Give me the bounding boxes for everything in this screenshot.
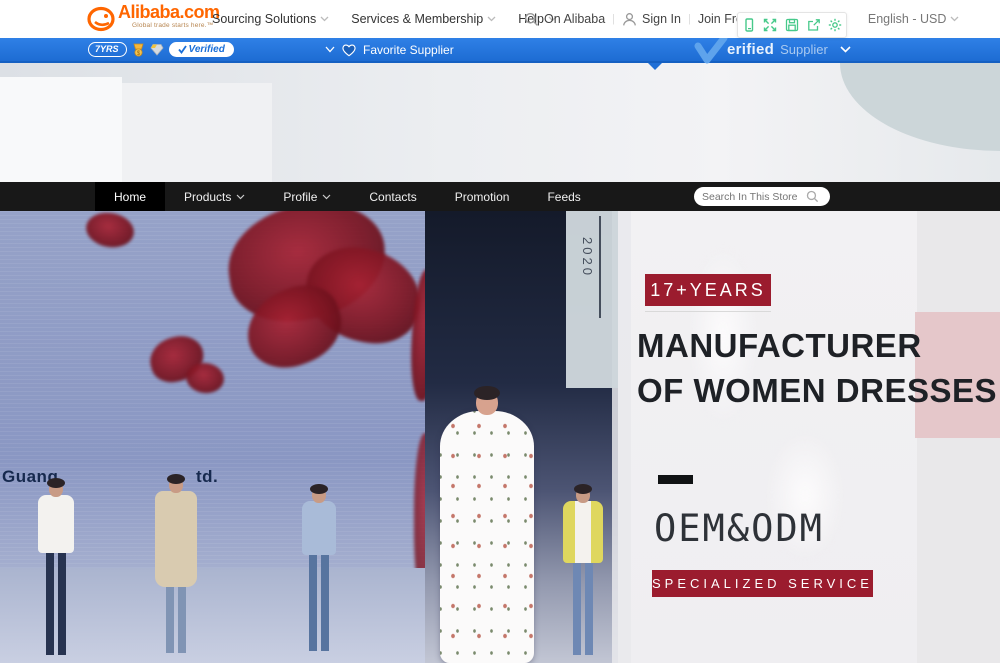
- language-label: English - USD: [868, 12, 947, 26]
- years-banner: 17+YEARS: [645, 274, 771, 306]
- model-figure: [30, 481, 82, 655]
- chevron-down-icon: [487, 16, 496, 22]
- tab-profile[interactable]: Profile: [264, 182, 350, 211]
- store-search-input[interactable]: [702, 191, 806, 203]
- mobile-icon[interactable]: [740, 16, 758, 34]
- headline-line2: OF WOMEN DRESSES: [637, 368, 997, 413]
- tab-label: Promotion: [455, 190, 510, 204]
- diamond-icon[interactable]: [150, 43, 164, 56]
- chevron-down-icon: [950, 16, 959, 22]
- main-model-figure: [432, 390, 542, 663]
- dropdown-pointer: [648, 63, 662, 77]
- search-on-alibaba[interactable]: On Alibaba: [524, 12, 605, 27]
- service-banner: SPECIALIZED SERVICE: [652, 570, 873, 597]
- model-head: [576, 487, 590, 503]
- store-nav: Home Products Profile Contacts Promotion: [0, 182, 1000, 211]
- share-icon[interactable]: [805, 16, 823, 34]
- user-icon: [622, 12, 637, 27]
- extension-toolbar: [737, 12, 847, 38]
- top-menu: Sourcing Solutions Services & Membership…: [212, 0, 557, 38]
- tab-products[interactable]: Products: [165, 182, 264, 211]
- heart-icon: [341, 43, 357, 57]
- verified-badge-label: Verified: [189, 43, 225, 56]
- gold-medal-icon[interactable]: $: [132, 43, 145, 57]
- alibaba-store-page: Alibaba.com Global trade starts here.™ S…: [0, 0, 1000, 663]
- tab-label: Profile: [283, 190, 317, 204]
- logo-brand: Alibaba.com: [118, 3, 220, 22]
- sign-in-link[interactable]: Sign In: [622, 12, 681, 27]
- chevron-down-icon: [322, 194, 331, 200]
- model-figure: [294, 487, 344, 651]
- years-badge[interactable]: 7YRS: [88, 42, 127, 57]
- years-underline: [645, 311, 771, 312]
- alibaba-logo-icon: [86, 6, 116, 32]
- banner-decoration: [122, 83, 272, 182]
- hero-banner: Home Products Profile Contacts Promotion: [0, 63, 1000, 663]
- model-head: [312, 487, 326, 503]
- headline: MANUFACTURER OF WOMEN DRESSES: [637, 323, 997, 413]
- divider: |: [688, 13, 691, 25]
- tab-contacts[interactable]: Contacts: [350, 182, 435, 211]
- chevron-down-icon: [840, 46, 851, 53]
- verified-badge[interactable]: Verified: [169, 42, 234, 57]
- model-head: [476, 390, 498, 415]
- verified-supplier-bold: erified: [727, 41, 774, 58]
- favorite-supplier-button[interactable]: Favorite Supplier: [325, 38, 454, 61]
- search-icon[interactable]: [806, 190, 819, 203]
- menu-label: Services & Membership: [351, 12, 483, 26]
- alibaba-logo[interactable]: Alibaba.com Global trade starts here.™: [86, 3, 220, 32]
- model-head: [169, 477, 183, 493]
- oem-odm-label: OEM&ODM: [654, 507, 824, 550]
- supplier-bar: 7YRS $ Verified Favorite Supplier: [0, 38, 1000, 63]
- vertical-line: [599, 216, 601, 318]
- menu-services-membership[interactable]: Services & Membership: [351, 12, 496, 26]
- expand-icon[interactable]: [761, 16, 779, 34]
- banner-decoration: [840, 63, 1000, 151]
- save-icon[interactable]: [783, 16, 801, 34]
- verified-supplier-dropdown[interactable]: erified Supplier: [694, 38, 851, 61]
- year-panel: 2020: [566, 211, 618, 388]
- favorite-supplier-label: Favorite Supplier: [363, 43, 454, 57]
- on-alibaba-label: On Alibaba: [544, 12, 605, 26]
- year-label: 2020: [580, 237, 595, 278]
- verified-check-icon: [694, 36, 728, 64]
- search-icon: [524, 12, 539, 27]
- hero-main: Guang td.: [0, 211, 1000, 663]
- banner-decoration: [0, 77, 122, 182]
- tab-promotion[interactable]: Promotion: [436, 182, 529, 211]
- menu-sourcing-solutions[interactable]: Sourcing Solutions: [212, 12, 329, 26]
- banner-top-band: [0, 63, 1000, 182]
- top-bar: Alibaba.com Global trade starts here.™ S…: [0, 0, 1000, 38]
- tab-feeds[interactable]: Feeds: [528, 182, 599, 211]
- chevron-down-icon: [325, 46, 335, 53]
- verified-supplier-light: Supplier: [780, 42, 828, 57]
- tab-label: Home: [114, 190, 146, 204]
- sign-in-label: Sign In: [642, 12, 681, 26]
- chevron-down-icon: [320, 16, 329, 22]
- settings-gear-icon[interactable]: [826, 16, 844, 34]
- model-figure: [554, 487, 612, 655]
- runway-photo: Guang td.: [0, 211, 631, 663]
- chevron-down-icon: [236, 194, 245, 200]
- store-search-box: [694, 187, 830, 206]
- divider: |: [612, 13, 615, 25]
- supplier-badges: 7YRS $ Verified: [88, 38, 234, 61]
- dash-decoration: [658, 475, 693, 484]
- language-currency-selector[interactable]: English - USD: [868, 12, 960, 26]
- floral-dress: [440, 411, 534, 663]
- model-head: [49, 481, 63, 497]
- tab-label: Feeds: [547, 190, 580, 204]
- headline-line1: MANUFACTURER: [637, 323, 997, 368]
- tab-label: Products: [184, 190, 231, 204]
- tab-label: Contacts: [369, 190, 416, 204]
- logo-tagline: Global trade starts here.™: [132, 22, 220, 29]
- menu-label: Sourcing Solutions: [212, 12, 316, 26]
- tab-home[interactable]: Home: [95, 182, 165, 211]
- model-figure: [148, 477, 204, 653]
